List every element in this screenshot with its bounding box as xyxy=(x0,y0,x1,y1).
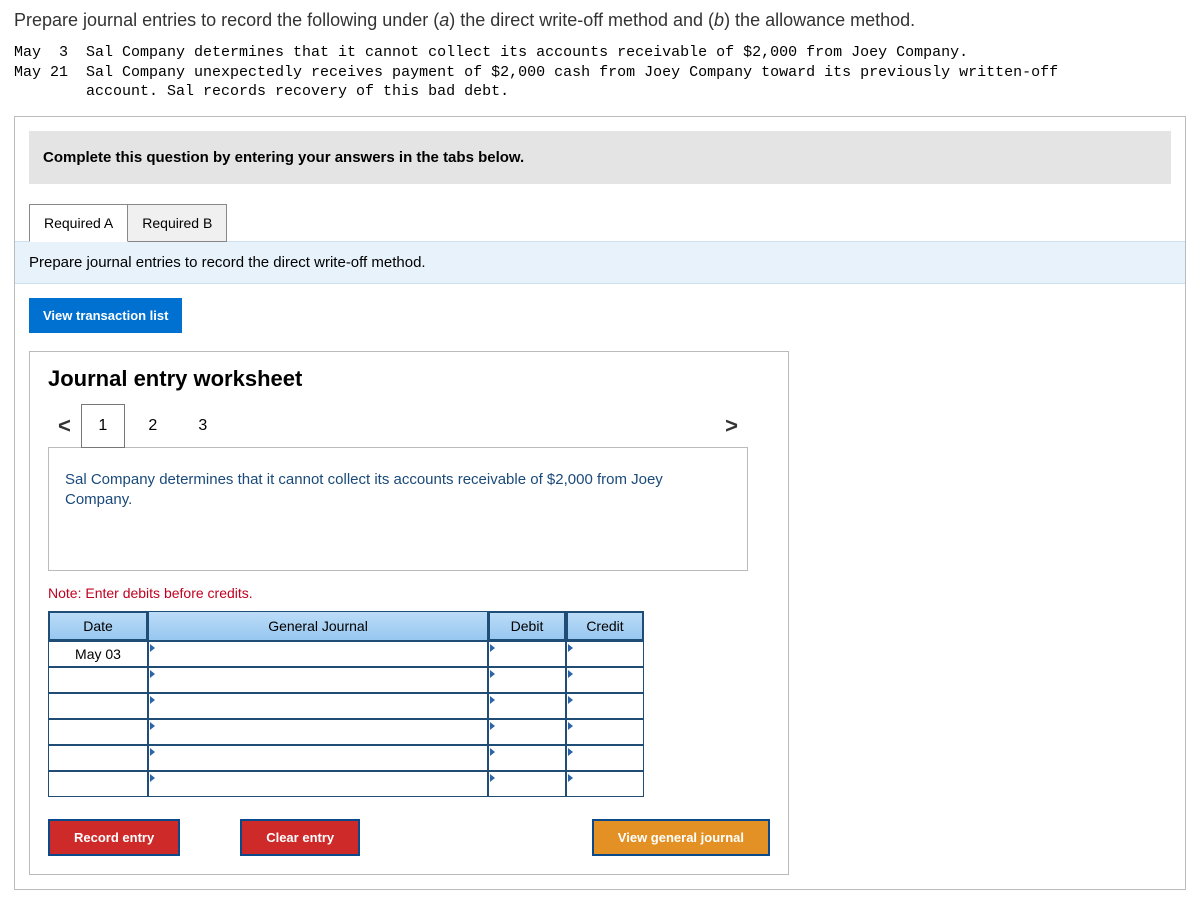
action-buttons: Record entry Clear entry View general jo… xyxy=(48,819,770,856)
general-journal-cell[interactable] xyxy=(148,745,488,771)
dropdown-marker-icon xyxy=(568,722,573,730)
header-general-journal: General Journal xyxy=(148,611,488,641)
dropdown-marker-icon xyxy=(490,722,495,730)
date-cell[interactable]: May 03 xyxy=(48,641,148,667)
tab-required-a[interactable]: Required A xyxy=(29,204,128,242)
debit-cell[interactable] xyxy=(488,667,566,693)
dropdown-marker-icon xyxy=(490,774,495,782)
dropdown-marker-icon xyxy=(490,670,495,678)
header-debit: Debit xyxy=(488,611,566,641)
date-cell[interactable] xyxy=(48,667,148,693)
table-row: May 03 xyxy=(48,641,644,667)
dropdown-marker-icon xyxy=(150,644,155,652)
table-row xyxy=(48,667,644,693)
credit-cell[interactable] xyxy=(566,771,644,797)
dropdown-marker-icon xyxy=(568,748,573,756)
view-general-journal-button[interactable]: View general journal xyxy=(592,819,770,856)
credit-cell[interactable] xyxy=(566,745,644,771)
general-journal-cell[interactable] xyxy=(148,667,488,693)
table-row xyxy=(48,693,644,719)
journal-worksheet: Journal entry worksheet < 1 2 3 > Sal Co… xyxy=(29,351,789,876)
table-row xyxy=(48,745,644,771)
intro-a: a xyxy=(439,10,449,30)
header-date: Date xyxy=(48,611,148,641)
credit-cell[interactable] xyxy=(566,667,644,693)
debit-cell[interactable] xyxy=(488,693,566,719)
tabs-row: Required A Required B xyxy=(29,204,1171,242)
dropdown-marker-icon xyxy=(150,722,155,730)
debit-cell[interactable] xyxy=(488,719,566,745)
credit-cell[interactable] xyxy=(566,693,644,719)
tab-required-b[interactable]: Required B xyxy=(128,204,227,242)
step-2[interactable]: 2 xyxy=(131,404,175,448)
date-cell[interactable] xyxy=(48,693,148,719)
general-journal-cell[interactable] xyxy=(148,693,488,719)
dropdown-marker-icon xyxy=(490,748,495,756)
record-entry-button[interactable]: Record entry xyxy=(48,819,180,856)
journal-table: Date General Journal Debit Credit May 03 xyxy=(48,611,644,797)
debits-before-credits-note: Note: Enter debits before credits. xyxy=(48,585,770,601)
transactions-text: May 3 Sal Company determines that it can… xyxy=(14,43,1186,102)
general-journal-cell[interactable] xyxy=(148,641,488,667)
general-journal-cell[interactable] xyxy=(148,771,488,797)
table-row xyxy=(48,719,644,745)
dropdown-marker-icon xyxy=(150,748,155,756)
chevron-right-icon[interactable]: > xyxy=(715,407,748,445)
intro-pre: Prepare journal entries to record the fo… xyxy=(14,10,439,30)
date-cell[interactable] xyxy=(48,771,148,797)
work-area: Complete this question by entering your … xyxy=(14,116,1186,891)
step-nav: < 1 2 3 xyxy=(48,404,231,448)
credit-cell[interactable] xyxy=(566,719,644,745)
credit-cell[interactable] xyxy=(566,641,644,667)
intro-post: ) the allowance method. xyxy=(724,10,915,30)
step-1[interactable]: 1 xyxy=(81,404,125,448)
chevron-left-icon[interactable]: < xyxy=(48,407,81,445)
dropdown-marker-icon xyxy=(150,696,155,704)
dropdown-marker-icon xyxy=(568,670,573,678)
worksheet-description: Sal Company determines that it cannot co… xyxy=(48,447,748,572)
debit-cell[interactable] xyxy=(488,771,566,797)
general-journal-cell[interactable] xyxy=(148,719,488,745)
worksheet-title: Journal entry worksheet xyxy=(48,366,770,392)
debit-cell[interactable] xyxy=(488,641,566,667)
clear-entry-button[interactable]: Clear entry xyxy=(240,819,360,856)
dropdown-marker-icon xyxy=(568,696,573,704)
dropdown-marker-icon xyxy=(150,774,155,782)
date-cell[interactable] xyxy=(48,719,148,745)
dropdown-marker-icon xyxy=(568,644,573,652)
step-3[interactable]: 3 xyxy=(181,404,225,448)
debit-cell[interactable] xyxy=(488,745,566,771)
instruction-bar: Complete this question by entering your … xyxy=(29,131,1171,184)
dropdown-marker-icon xyxy=(490,644,495,652)
dropdown-marker-icon xyxy=(568,774,573,782)
view-transaction-list-button[interactable]: View transaction list xyxy=(29,298,182,333)
prompt-bar: Prepare journal entries to record the di… xyxy=(15,241,1185,284)
header-credit: Credit xyxy=(566,611,644,641)
date-cell[interactable] xyxy=(48,745,148,771)
table-row xyxy=(48,771,644,797)
dropdown-marker-icon xyxy=(490,696,495,704)
dropdown-marker-icon xyxy=(150,670,155,678)
intro-b: b xyxy=(714,10,724,30)
question-intro: Prepare journal entries to record the fo… xyxy=(14,10,1186,31)
intro-mid: ) the direct write-off method and ( xyxy=(449,10,714,30)
